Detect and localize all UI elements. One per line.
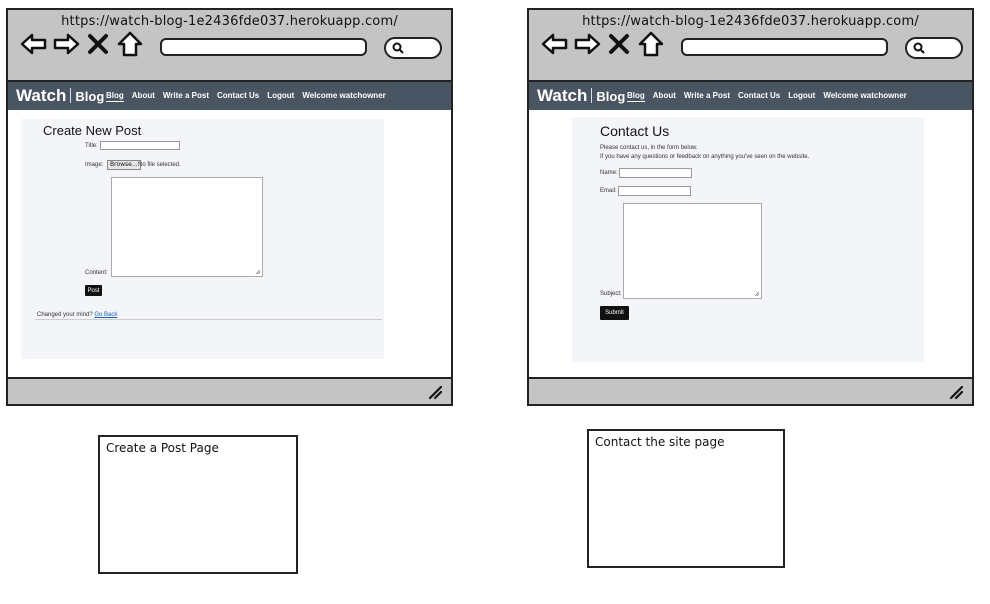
- home-icon[interactable]: [637, 31, 665, 57]
- post-button[interactable]: Post: [85, 285, 102, 296]
- nav-blog[interactable]: Blog: [106, 91, 124, 102]
- nav-links: Blog About Write a Post Contact Us Logou…: [106, 91, 386, 102]
- forward-arrow-icon[interactable]: [573, 31, 601, 57]
- site-navbar: Watch Blog Blog About Write a Post Contac…: [529, 82, 972, 110]
- nav-welcome: Welcome watchowner: [823, 91, 907, 100]
- nav-blog[interactable]: Blog: [627, 91, 645, 102]
- home-icon[interactable]: [116, 31, 144, 57]
- url-text: https://watch-blog-1e2436fde037.herokuap…: [61, 14, 398, 29]
- address-bar[interactable]: [681, 38, 888, 56]
- url-text: https://watch-blog-1e2436fde037.herokuap…: [582, 14, 919, 29]
- no-file-text: No file selected.: [138, 162, 181, 168]
- nav-write-post[interactable]: Write a Post: [684, 91, 730, 102]
- back-arrow-icon[interactable]: [20, 31, 48, 57]
- nav-contact[interactable]: Contact Us: [217, 91, 259, 102]
- title-label: Title:: [85, 143, 98, 149]
- nav-contact[interactable]: Contact Us: [738, 91, 780, 102]
- email-label: Email:: [600, 188, 617, 194]
- submit-button[interactable]: Submit: [600, 306, 629, 320]
- browser-chrome: https://watch-blog-1e2436fde037.herokuap…: [8, 10, 451, 82]
- browser-chrome: https://watch-blog-1e2436fde037.herokuap…: [529, 10, 972, 82]
- caption-contact: Contact the site page: [587, 429, 785, 568]
- browser-window-contact: https://watch-blog-1e2436fde037.herokuap…: [527, 8, 974, 406]
- email-input[interactable]: [618, 186, 691, 196]
- create-post-panel: Create New Post Title: Image: Browse... …: [21, 119, 384, 359]
- nav-about[interactable]: About: [132, 91, 155, 102]
- textarea-resize-icon: [754, 291, 760, 297]
- page-title: Contact Us: [600, 123, 670, 139]
- nav-logout[interactable]: Logout: [788, 91, 815, 102]
- search-box[interactable]: [905, 37, 963, 59]
- browser-nav-buttons: [20, 31, 144, 57]
- search-box[interactable]: [384, 37, 442, 59]
- back-arrow-icon[interactable]: [541, 31, 569, 57]
- site-brand[interactable]: Watch Blog: [537, 86, 625, 106]
- nav-about[interactable]: About: [653, 91, 676, 102]
- contact-panel: Contact Us Please contact us, in the for…: [572, 117, 924, 362]
- nav-welcome: Welcome watchowner: [302, 91, 386, 100]
- caption-create-post: Create a Post Page: [98, 435, 298, 574]
- resize-grip-icon[interactable]: [948, 384, 964, 400]
- page-title: Create New Post: [43, 123, 142, 138]
- close-icon[interactable]: [84, 31, 112, 57]
- changed-mind-text: Changed your mind? Go Back: [37, 312, 118, 318]
- image-label: Image:: [85, 162, 104, 168]
- brand-watch: Watch: [537, 86, 588, 105]
- textarea-resize-icon: [255, 269, 261, 275]
- site-brand[interactable]: Watch Blog: [16, 86, 104, 106]
- nav-logout[interactable]: Logout: [267, 91, 294, 102]
- browser-footer: [529, 377, 972, 404]
- browse-button[interactable]: Browse...: [107, 160, 141, 170]
- name-label: Name:: [600, 170, 618, 176]
- nav-links: Blog About Write a Post Contact Us Logou…: [627, 91, 907, 102]
- resize-grip-icon[interactable]: [427, 384, 443, 400]
- browser-footer: [8, 377, 451, 404]
- title-input[interactable]: [100, 141, 180, 150]
- search-icon: [913, 42, 925, 54]
- intro-text-2: If you have any questions or feedback on…: [600, 154, 810, 160]
- divider: [35, 319, 382, 320]
- subject-label: Subject:: [600, 291, 622, 297]
- site-navbar: Watch Blog Blog About Write a Post Contac…: [8, 82, 451, 110]
- search-icon: [392, 42, 404, 54]
- subject-textarea[interactable]: [623, 203, 762, 299]
- content-textarea[interactable]: [111, 177, 263, 277]
- forward-arrow-icon[interactable]: [52, 31, 80, 57]
- nav-write-post[interactable]: Write a Post: [163, 91, 209, 102]
- intro-text-1: Please contact us, in the form below.: [600, 145, 698, 151]
- name-input[interactable]: [619, 168, 692, 178]
- brand-blog: Blog: [596, 89, 626, 104]
- content-label: Content:: [85, 270, 108, 276]
- brand-watch: Watch: [16, 86, 67, 105]
- browser-nav-buttons: [541, 31, 665, 57]
- close-icon[interactable]: [605, 31, 633, 57]
- browser-window-create-post: https://watch-blog-1e2436fde037.herokuap…: [6, 8, 453, 406]
- go-back-link[interactable]: Go Back: [94, 312, 117, 318]
- brand-blog: Blog: [75, 89, 105, 104]
- address-bar[interactable]: [160, 38, 367, 56]
